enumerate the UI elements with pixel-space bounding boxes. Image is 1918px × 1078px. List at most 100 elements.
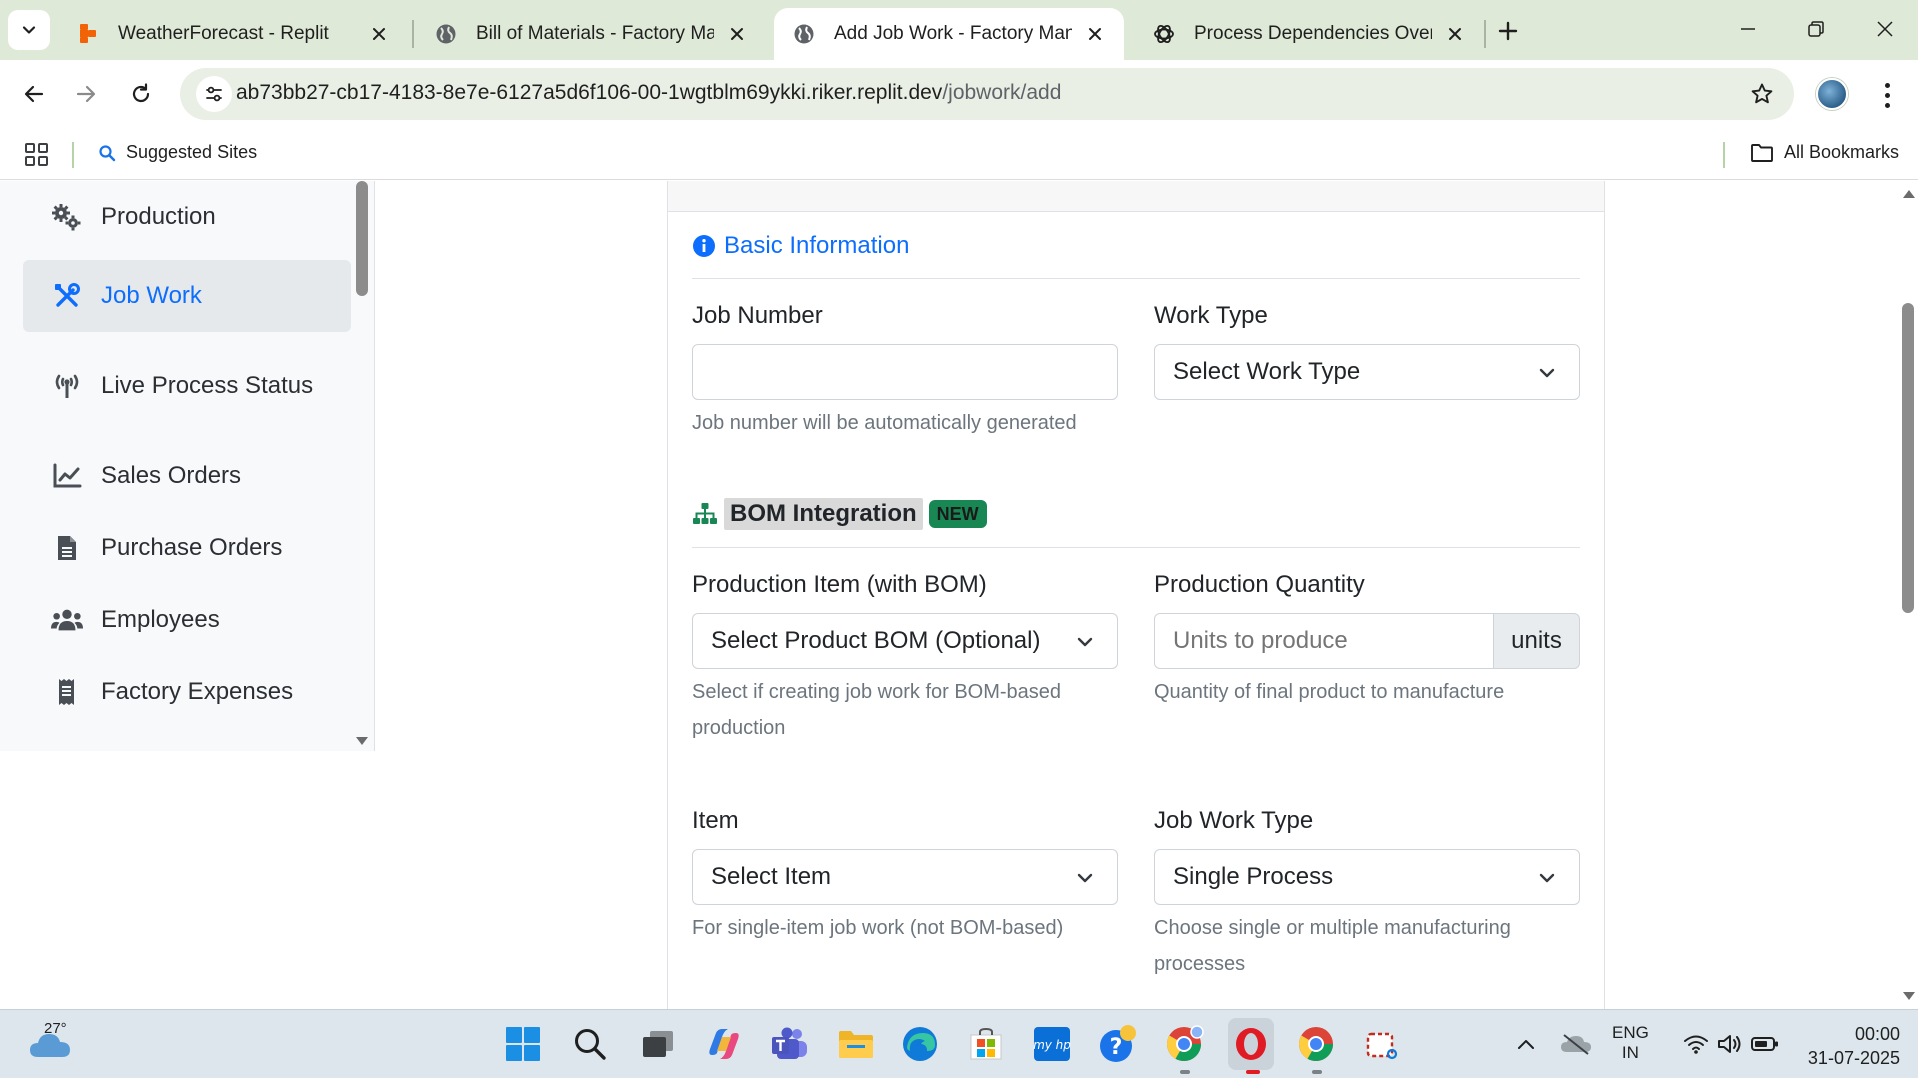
url-text: ab73bb27-cb17-4183-8e7e-6127a5d6f106-00-… — [236, 81, 1061, 105]
running-indicator — [1246, 1070, 1260, 1074]
close-icon[interactable] — [726, 23, 748, 45]
start-button[interactable] — [501, 1022, 545, 1066]
card-header — [668, 181, 1604, 212]
sidebar-item-production[interactable]: Production — [23, 181, 351, 253]
globe-icon — [434, 22, 458, 46]
job-number-label: Job Number — [692, 302, 823, 329]
battery-icon — [1751, 1037, 1778, 1051]
job-number-input[interactable] — [692, 344, 1118, 400]
new-tab-button[interactable] — [1490, 14, 1526, 48]
page-viewport: Production Job Work Live Process Status … — [0, 181, 1918, 1009]
svg-text:my hp: my hp — [1033, 1038, 1071, 1052]
file-explorer-app[interactable] — [834, 1022, 878, 1066]
quick-settings-button[interactable] — [1666, 1022, 1796, 1066]
back-button[interactable] — [14, 74, 54, 114]
folder-icon — [1751, 143, 1773, 162]
sidebar-item-purchase-orders[interactable]: Purchase Orders — [23, 512, 351, 584]
onedrive-offline-icon — [1561, 1034, 1591, 1055]
show-hidden-icons-button[interactable] — [1504, 1022, 1548, 1066]
reload-button[interactable] — [121, 74, 161, 114]
select-value: Select Product BOM (Optional) — [711, 627, 1041, 654]
work-type-select[interactable]: Select Work Type — [1154, 344, 1580, 400]
tools-icon — [51, 280, 83, 312]
chevron-down-icon — [1539, 873, 1555, 883]
bookmarks-bar: Suggested Sites All Bookmarks — [0, 130, 1918, 180]
help-icon: ? — [1100, 1025, 1136, 1062]
tab-search-button[interactable] — [8, 10, 50, 50]
running-indicator — [1180, 1070, 1190, 1074]
tab-weatherforecast[interactable]: WeatherForecast - Replit — [58, 8, 408, 60]
close-icon[interactable] — [1084, 23, 1106, 45]
sidebar-item-label: Factory Expenses — [101, 678, 294, 705]
select-value: Select Item — [711, 863, 832, 890]
users-icon — [51, 604, 83, 636]
clock-time: 00:00 — [1854, 1024, 1900, 1044]
edge-app[interactable] — [898, 1022, 942, 1066]
job-work-type-select[interactable]: Single Process — [1154, 849, 1580, 905]
get-help-app[interactable]: ? — [1096, 1022, 1140, 1066]
scroll-down-arrow-icon[interactable] — [1902, 991, 1916, 1001]
snipping-tool-app[interactable] — [1360, 1022, 1404, 1066]
opera-app[interactable] — [1228, 1018, 1274, 1070]
sidebar-item-live-process-status[interactable]: Live Process Status — [23, 350, 351, 422]
bom-integration-heading: BOM Integration NEW — [692, 496, 987, 532]
microsoft-store-app[interactable] — [964, 1022, 1008, 1066]
page-scrollbar-thumb[interactable] — [1902, 303, 1914, 613]
myhp-app[interactable]: my hp — [1030, 1022, 1074, 1066]
tab-process-dependencies[interactable]: Process Dependencies Overview — [1134, 8, 1484, 60]
teams-app[interactable] — [768, 1022, 812, 1066]
onedrive-button[interactable] — [1554, 1022, 1598, 1066]
broadcast-tower-icon — [51, 370, 83, 402]
chevron-down-icon — [1077, 637, 1093, 647]
svg-text:?: ? — [1110, 1035, 1123, 1060]
tab-separator — [412, 20, 414, 48]
production-item-select[interactable]: Select Product BOM (Optional) — [692, 613, 1118, 669]
language-indicator[interactable]: ENG IN — [1612, 1023, 1649, 1063]
tab-title: Add Job Work - Factory Manag — [834, 23, 1072, 44]
close-icon[interactable] — [368, 23, 390, 45]
profile-avatar[interactable] — [1816, 78, 1848, 110]
sidebar-item-label: Employees — [101, 606, 220, 633]
item-select[interactable]: Select Item — [692, 849, 1118, 905]
divider — [692, 547, 1580, 548]
clock[interactable]: 00:00 31-07-2025 — [1790, 1022, 1900, 1070]
bookmark-suggested-sites[interactable]: Suggested Sites — [98, 142, 257, 163]
forward-button[interactable] — [66, 74, 106, 114]
close-window-button[interactable] — [1857, 6, 1913, 52]
production-quantity-input[interactable]: Units to produce — [1154, 613, 1494, 669]
sidebar-item-job-work[interactable]: Job Work — [23, 260, 351, 332]
browser-menu-button[interactable] — [1872, 78, 1902, 112]
apps-grid-icon[interactable] — [24, 142, 50, 168]
sidebar-item-employees[interactable]: Employees — [23, 584, 351, 656]
production-item-help: Select if creating job work for BOM-base… — [692, 674, 1061, 746]
chrome-app-profile[interactable] — [1162, 1022, 1206, 1066]
chrome-app[interactable] — [1294, 1022, 1338, 1066]
sidebar-scrollbar-thumb[interactable] — [356, 181, 368, 296]
sidebar-item-factory-expenses[interactable]: Factory Expenses — [23, 656, 351, 728]
copilot-app[interactable] — [702, 1022, 746, 1066]
help-line: production — [692, 717, 786, 739]
minimize-button[interactable] — [1720, 6, 1776, 52]
scroll-down-arrow-icon[interactable] — [354, 735, 370, 747]
tab-bill-of-materials[interactable]: Bill of Materials - Factory Manag — [416, 8, 766, 60]
all-bookmarks-button[interactable]: All Bookmarks — [1750, 142, 1899, 163]
scroll-up-arrow-icon[interactable] — [1902, 189, 1916, 199]
job-work-type-help: Choose single or multiple manufacturing … — [1154, 910, 1511, 982]
tab-title: WeatherForecast - Replit — [118, 23, 329, 44]
site-info-button[interactable] — [196, 76, 232, 112]
arrow-right-icon — [76, 85, 96, 103]
production-quantity-label: Production Quantity — [1154, 571, 1365, 598]
star-icon — [1751, 83, 1773, 104]
search-button[interactable] — [568, 1022, 612, 1066]
address-bar[interactable]: ab73bb27-cb17-4183-8e7e-6127a5d6f106-00-… — [180, 68, 1794, 120]
restore-button[interactable] — [1788, 6, 1844, 52]
language-line: IN — [1621, 1043, 1639, 1062]
browser-tab-bar: WeatherForecast - Replit Bill of Materia… — [0, 0, 1918, 60]
tab-add-job-work[interactable]: Add Job Work - Factory Manag — [774, 8, 1124, 60]
task-view-button[interactable] — [636, 1022, 680, 1066]
production-quantity-help: Quantity of final product to manufacture — [1154, 681, 1505, 703]
select-value: Single Process — [1173, 863, 1334, 890]
bookmark-star-button[interactable] — [1748, 80, 1776, 108]
close-icon[interactable] — [1444, 23, 1466, 45]
sidebar-item-sales-orders[interactable]: Sales Orders — [23, 440, 351, 512]
